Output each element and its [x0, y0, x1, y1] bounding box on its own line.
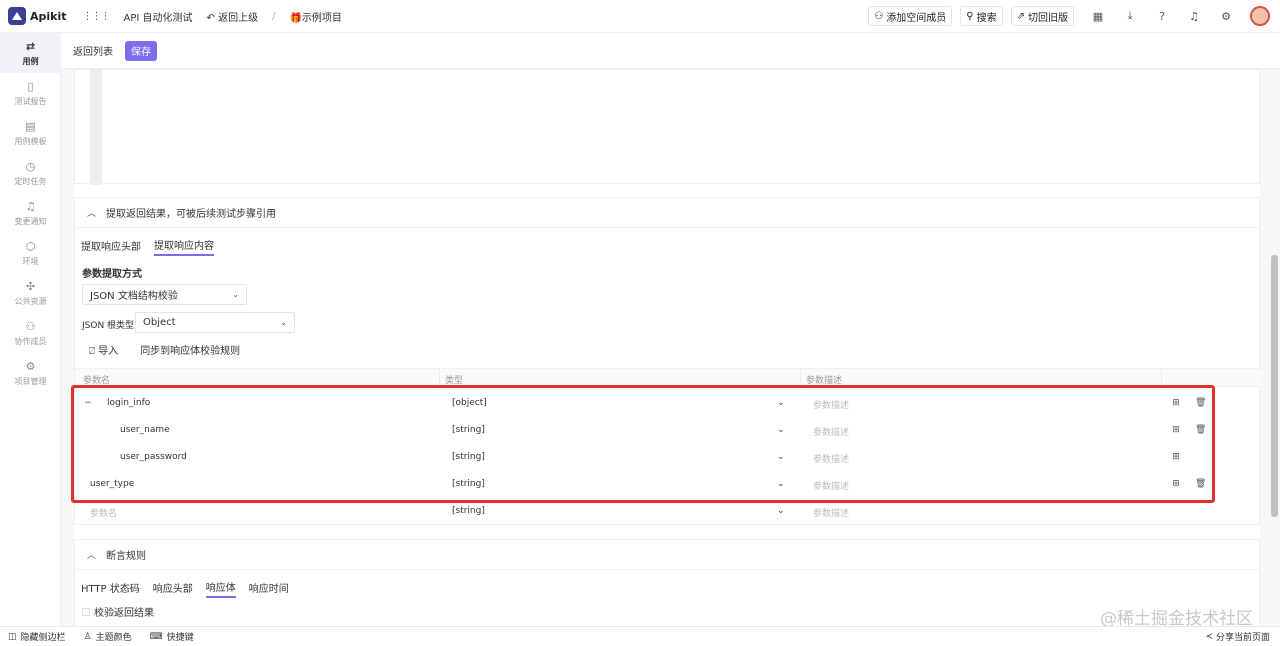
clock-icon: ◷ [25, 159, 36, 173]
tab-extract-body[interactable]: 提取响应内容 [154, 234, 214, 256]
gift-icon: 🎁 [289, 12, 302, 24]
gear-icon: ⚙ [25, 359, 36, 373]
import-button[interactable]: ⍁ 导入 [89, 342, 118, 357]
assert-section-title: 断言规则 [106, 551, 147, 562]
switch-old-button[interactable]: ⇗ 切回旧版 [1010, 6, 1074, 26]
root-type-label: JSON 根类型: [82, 321, 138, 331]
method-label: 参数提取方式 [82, 269, 142, 280]
sidebar-item-templates[interactable]: ▤ 用例模板 [0, 113, 61, 153]
tab-response-time[interactable]: 响应时间 [249, 576, 289, 598]
hide-sidebar-button[interactable]: ◫ 隐藏侧边栏 [8, 630, 66, 644]
chevron-up-icon: ︿ [87, 209, 97, 219]
checkbox-icon [82, 607, 90, 616]
assert-tabs: HTTP 状态码 响应头部 响应体 响应时间 [75, 576, 289, 598]
calendar-icon[interactable]: ▦ [1090, 8, 1106, 24]
param-type[interactable]: [string] [452, 506, 485, 516]
assert-section-header[interactable]: ︿ 断言规则 [75, 540, 1259, 570]
shortcuts-button[interactable]: ⌨ 快捷键 [149, 630, 194, 644]
chevron-down-icon: ⌄ [280, 318, 287, 327]
chevron-down-icon: ⌄ [232, 290, 239, 299]
sidebar-icon: ◫ [8, 631, 17, 642]
sidebar-item-reports[interactable]: ▯ 测试报告 [0, 73, 61, 113]
scrollbar[interactable] [1271, 255, 1278, 517]
project-nav-link[interactable]: API 自动化测试 [124, 9, 193, 24]
back-to-list-button[interactable]: 返回列表 [67, 41, 119, 61]
sidebar: ⇄ 用例 ▯ 测试报告 ▤ 用例模板 ◷ 定时任务 ♫ 变更通知 ⬡ 环境 ✣ 公共资源 ⚇ 协… [0, 33, 61, 626]
sidebar-item-schedules[interactable]: ◷ 定时任务 [0, 153, 61, 193]
shirt-icon: ♙ [83, 631, 92, 642]
param-name-placeholder[interactable]: 参数名 [90, 506, 117, 519]
bell-icon: ♫ [25, 199, 36, 213]
annotation-highlight [71, 385, 1215, 503]
share-page-button[interactable]: ≺ 分享当前页面 [1205, 630, 1270, 644]
root-type-select[interactable]: Object ⌄ [135, 312, 295, 333]
sidebar-item-notifications[interactable]: ♫ 变更通知 [0, 193, 61, 233]
theme-color-button[interactable]: ♙ 主题颜色 [83, 630, 132, 644]
brand-logo[interactable]: Apikit [8, 7, 67, 25]
sync-rules-button[interactable]: 同步到响应体校验规则 [140, 342, 240, 357]
search-icon: ⚲ [966, 10, 974, 22]
tab-response-headers[interactable]: 响应头部 [153, 576, 193, 598]
share-icon: ≺ [1205, 631, 1213, 642]
env-icon: ⬡ [25, 239, 36, 253]
editor-gutter [90, 70, 102, 185]
extract-section-title: 提取返回结果，可被后续测试步骤引用 [106, 209, 277, 220]
gear-icon[interactable]: ⚙ [1218, 8, 1234, 24]
main-area: 返回列表 保存 ︿ 提取返回结果，可被后续测试步骤引用 提取响应头部 提取响应内… [61, 33, 1280, 626]
chevron-up-icon: ︿ [87, 551, 97, 561]
brand-name: Apikit [30, 9, 67, 23]
validate-result-checkbox[interactable]: 校验返回结果 [82, 604, 154, 619]
grid-icon[interactable]: ⋮⋮⋮ [83, 11, 111, 22]
sidebar-item-environment[interactable]: ⬡ 环境 [0, 233, 61, 273]
user-plus-icon: ⚇ [874, 10, 884, 22]
extract-section-header[interactable]: ︿ 提取返回结果，可被后续测试步骤引用 [75, 198, 1259, 228]
save-button[interactable]: 保存 [125, 40, 157, 61]
response-body-editor[interactable] [74, 69, 1260, 185]
top-bar: Apikit ⋮⋮⋮ API 自动化测试 ↶ 返回上级 / 🎁示例项目 ⚇ 添加空… [0, 0, 1280, 33]
content-panel: ︿ 提取返回结果，可被后续测试步骤引用 提取响应头部 提取响应内容 参数提取方式… [74, 69, 1261, 626]
method-select[interactable]: JSON 文档结构校验 ⌄ [82, 284, 247, 305]
page-toolbar: 返回列表 保存 [61, 33, 1280, 69]
undo-icon: ↶ [206, 12, 219, 24]
keyboard-icon: ⌨ [149, 631, 163, 642]
import-icon: ⍁ [89, 346, 99, 357]
sidebar-item-project-settings[interactable]: ⚙ 项目管理 [0, 353, 61, 393]
sidebar-item-members[interactable]: ⚇ 协作成员 [0, 313, 61, 353]
swap-icon: ⇄ [25, 39, 36, 53]
bottom-bar: ◫ 隐藏侧边栏 ♙ 主题颜色 ⌨ 快捷键 ≺ 分享当前页面 [0, 626, 1280, 646]
chevron-down-icon[interactable]: ⌄ [777, 506, 785, 516]
search-button[interactable]: ⚲ 搜索 [960, 6, 1003, 26]
report-icon: ▯ [27, 79, 34, 93]
tab-extract-headers[interactable]: 提取响应头部 [81, 234, 141, 256]
breadcrumb-separator: / [272, 10, 276, 22]
template-icon: ▤ [25, 119, 36, 133]
pin-icon: ⇗ [1016, 10, 1025, 22]
back-up-link[interactable]: ↶ 返回上级 [207, 9, 259, 24]
assert-section: ︿ 断言规则 HTTP 状态码 响应头部 响应体 响应时间 校验返回结果 [74, 539, 1260, 626]
extract-tabs: 提取响应头部 提取响应内容 [75, 234, 214, 256]
apikit-logo-icon [8, 7, 26, 25]
param-description-placeholder[interactable]: 参数描述 [813, 506, 849, 519]
download-icon[interactable]: ⤓ [1122, 8, 1138, 24]
help-icon[interactable]: ? [1154, 8, 1170, 24]
users-icon: ⚇ [25, 319, 36, 333]
sidebar-item-cases[interactable]: ⇄ 用例 [0, 33, 61, 73]
bell-icon[interactable]: ♫ [1186, 8, 1202, 24]
puzzle-icon: ✣ [25, 279, 36, 293]
tab-http-status[interactable]: HTTP 状态码 [81, 576, 140, 598]
current-project[interactable]: 🎁示例项目 [289, 9, 341, 24]
add-member-button[interactable]: ⚇ 添加空间成员 [868, 6, 953, 26]
sidebar-item-resources[interactable]: ✣ 公共资源 [0, 273, 61, 313]
tab-response-body[interactable]: 响应体 [205, 576, 236, 598]
avatar[interactable] [1250, 6, 1270, 26]
